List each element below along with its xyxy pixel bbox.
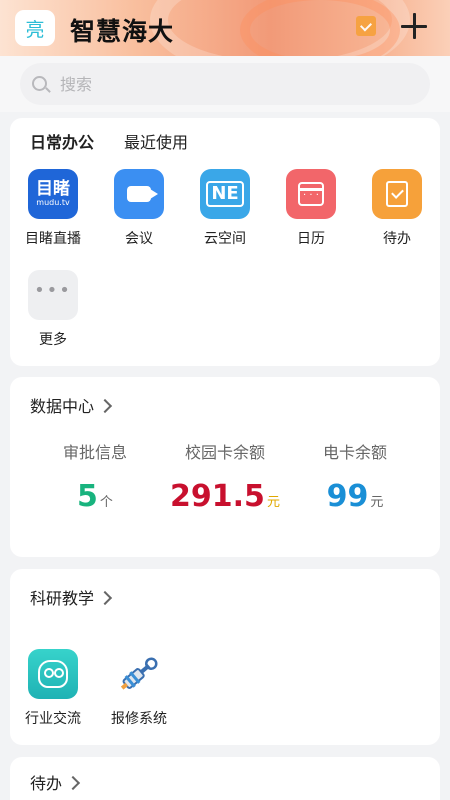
- app-label: 更多: [39, 332, 67, 348]
- plus-icon[interactable]: [401, 13, 427, 39]
- app-label: 云空间: [204, 231, 246, 247]
- stat-value: 5: [77, 479, 98, 514]
- app-todo[interactable]: 待办: [357, 169, 437, 248]
- app-label: 待办: [383, 231, 411, 247]
- wrench-plug-icon: [114, 649, 164, 699]
- app-mudu-live[interactable]: 目睹 mudu.tv 目睹直播: [13, 169, 93, 248]
- stat-label: 校园卡余额: [184, 443, 265, 462]
- cloud-space-icon: NE: [200, 169, 250, 219]
- research-teaching-card: 科研教学 行业交流 报修系统: [10, 569, 440, 745]
- app-more[interactable]: ••• 更多: [13, 270, 93, 349]
- todo-card: 待办: [10, 757, 440, 800]
- clipboard-shape: [386, 181, 408, 207]
- app-calendar[interactable]: 日历: [271, 169, 351, 248]
- chevron-right-icon: [97, 398, 113, 414]
- office-card: 日常办公 最近使用 目睹 mudu.tv 目睹直播 会议 NE 云空间 日历 待…: [10, 118, 440, 366]
- face-shape: [38, 660, 68, 688]
- industry-exchange-icon: [28, 649, 78, 699]
- app-label: 目睹直播: [25, 231, 81, 247]
- gift-icon[interactable]: [356, 16, 376, 36]
- camera-shape: [127, 186, 158, 202]
- section-title: 待办: [30, 774, 63, 793]
- tab-recently-used[interactable]: 最近使用: [124, 129, 188, 153]
- more-dots: •••: [34, 280, 72, 301]
- app-label: 报修系统: [111, 711, 167, 727]
- tab-daily-office[interactable]: 日常办公: [30, 129, 94, 153]
- search-bar-container: [0, 56, 450, 112]
- mudu-icon: 目睹 mudu.tv: [28, 169, 78, 219]
- stat-value: 99: [326, 479, 369, 514]
- mudu-icon-subtext: mudu.tv: [36, 198, 70, 207]
- search-bar[interactable]: [20, 63, 430, 105]
- data-center-header[interactable]: 数据中心: [30, 393, 113, 417]
- header-decoration-2: [240, 0, 400, 56]
- stat-approval[interactable]: 审批信息 5个: [25, 439, 165, 514]
- app-logo[interactable]: 亮: [15, 10, 55, 46]
- app-title: 智慧海大: [70, 17, 175, 46]
- data-center-card: 数据中心 审批信息 5个 校园卡余额 291.5 元 电卡余额 99 元: [10, 377, 440, 557]
- search-icon: [32, 76, 47, 91]
- stat-electric-card[interactable]: 电卡余额 99 元: [285, 439, 425, 514]
- app-meeting[interactable]: 会议: [99, 169, 179, 248]
- stat-campus-card[interactable]: 校园卡余额 291.5 元: [155, 439, 295, 514]
- stat-label: 审批信息: [62, 443, 127, 462]
- section-title: 数据中心: [30, 397, 95, 416]
- todo-header[interactable]: 待办: [30, 770, 81, 794]
- app-repair-system[interactable]: 报修系统: [99, 649, 179, 728]
- stat-unit: 元: [266, 495, 280, 510]
- app-label: 日历: [297, 231, 325, 247]
- app-industry-exchange[interactable]: 行业交流: [13, 649, 93, 728]
- app-label: 会议: [125, 231, 153, 247]
- calendar-shape: [298, 182, 324, 206]
- section-title: 科研教学: [30, 589, 95, 608]
- app-header: 亮 智慧海大: [0, 0, 450, 56]
- research-teaching-header[interactable]: 科研教学: [30, 585, 113, 609]
- app-cloud-space[interactable]: NE 云空间: [185, 169, 265, 248]
- cloud-space-icon-text: NE: [206, 181, 244, 207]
- chevron-right-icon: [65, 775, 81, 791]
- video-camera-icon: [114, 169, 164, 219]
- calendar-icon: [286, 169, 336, 219]
- stat-unit: 元: [370, 495, 384, 510]
- stat-value: 291.5: [170, 479, 265, 514]
- search-input[interactable]: [60, 63, 400, 105]
- chevron-right-icon: [97, 590, 113, 606]
- stat-unit: 个: [99, 495, 113, 510]
- todo-icon: [372, 169, 422, 219]
- more-icon: •••: [28, 270, 78, 320]
- mudu-icon-text: 目睹: [36, 179, 70, 199]
- stat-value-wrap: 291.5 元: [155, 479, 295, 514]
- stat-value-wrap: 99 元: [285, 479, 425, 514]
- app-label: 行业交流: [25, 711, 81, 727]
- stat-label: 电卡余额: [322, 443, 387, 462]
- stat-value-wrap: 5个: [25, 479, 165, 514]
